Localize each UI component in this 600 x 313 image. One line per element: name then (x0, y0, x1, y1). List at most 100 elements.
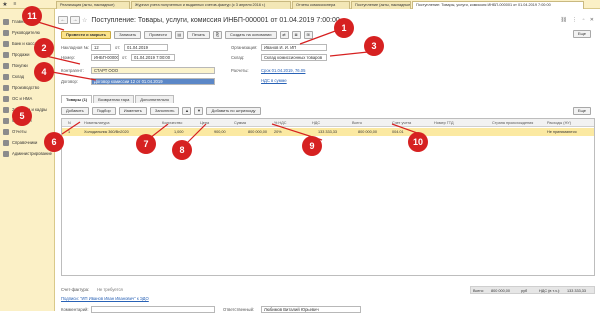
sidebar-item-label: Покупки (12, 63, 28, 68)
sidebar-item-admin[interactable]: Администрирование (3, 149, 52, 158)
cell-account[interactable]: 004.01 (392, 128, 404, 136)
callout-7: 7 (136, 134, 156, 154)
col-country[interactable]: Страна происхождения (492, 119, 533, 127)
cell-vat-rate[interactable]: 20% (274, 128, 282, 136)
sidebar-item-purchases[interactable]: Покупки (3, 61, 28, 70)
sidebar-item-sales[interactable]: Продажи (3, 50, 30, 59)
col-gtd[interactable]: Номер ГТД (434, 119, 454, 127)
col-item[interactable]: Номенклатура (84, 119, 109, 127)
change-button[interactable]: Изменить (118, 107, 147, 115)
structure-icon[interactable]: ⊞ (303, 30, 313, 39)
tab-goods[interactable]: Товары (1) (61, 95, 93, 103)
form-toolbar: Провести и закрыть Записать Провести ▤ П… (61, 30, 316, 39)
col-qty[interactable]: Количество (162, 119, 182, 127)
comment-label: Комментарий: (61, 307, 89, 312)
sidebar-item-manager[interactable]: Руководителю (3, 28, 40, 37)
add-row-button[interactable]: Добавить (61, 107, 89, 115)
favorite-star-icon[interactable]: ☆ (82, 17, 87, 24)
cell-vat[interactable]: 133 333,33 (318, 128, 337, 136)
counterparty-field[interactable]: СТАРТ ООО (91, 67, 215, 74)
back-button[interactable]: ← (58, 16, 68, 24)
post-button[interactable]: Провести (144, 30, 172, 39)
move-up-icon[interactable]: ▲ (182, 107, 192, 115)
post-and-close-button[interactable]: Провести и закрыть (61, 30, 112, 39)
move-down-icon[interactable]: ▼ (194, 107, 204, 115)
sidebar-item-bank[interactable]: Банк и касса (3, 39, 37, 48)
tab-invoice-journal[interactable]: Журнал учета полученных и выданных счето… (131, 1, 291, 9)
organization-field[interactable]: Иванов И. И. ИП (261, 44, 327, 51)
callout-8: 8 (172, 140, 192, 160)
vat-total-label: НДС (в т.ч.): (539, 289, 561, 293)
callout-10: 10 (408, 132, 428, 152)
report-icon[interactable]: ≣ (291, 30, 301, 39)
add-by-barcode-button[interactable]: Добавить по штрихкоду (206, 107, 261, 115)
contract-label: Договор: (61, 79, 78, 84)
col-total[interactable]: Всего (352, 119, 362, 127)
col-vat[interactable]: НДС (312, 119, 320, 127)
cell-n: 1 (68, 130, 71, 134)
callout-6: 6 (44, 132, 64, 152)
total-value: 800 000,00 (491, 289, 511, 293)
menu-icon[interactable]: ≡ (10, 1, 20, 7)
col-sum[interactable]: Сумма (234, 119, 246, 127)
tab-additional[interactable]: Дополнительно (135, 95, 175, 103)
date-field[interactable]: 01.04.2019 7:00:00 (131, 54, 175, 61)
callout-2: 2 (34, 38, 54, 58)
sidebar-item-reports[interactable]: Отчеты (3, 127, 26, 136)
save-button[interactable]: Записать (114, 30, 142, 39)
tab-returnable-packaging[interactable]: Возвратная тара (93, 95, 135, 103)
fill-button[interactable]: Заполнить (149, 107, 180, 115)
factory-icon (3, 84, 9, 91)
print-button[interactable]: Печать (186, 30, 211, 39)
vat-link[interactable]: НДС в сумме (261, 78, 287, 83)
table-more-button[interactable]: Еще (572, 107, 591, 115)
sidebar-item-assets[interactable]: ОС и НМА (3, 94, 32, 103)
attachment-icon[interactable]: ⎘ (213, 30, 223, 39)
journal-icon[interactable]: ▤ (174, 30, 184, 39)
cart-icon (3, 51, 9, 58)
window-controls[interactable]: ⛓ ⋮ ▫ ✕ (561, 17, 596, 23)
col-vat-rate[interactable]: % НДС (274, 119, 287, 127)
bank-icon (3, 40, 9, 47)
edo-icon[interactable]: ⇄ (279, 30, 289, 39)
invoice-date-field[interactable]: 01.04.2019 (124, 44, 168, 51)
sidebar-item-label: Продажи (12, 52, 30, 57)
cell-item[interactable]: Холодильник 360/Bn2020 (84, 128, 129, 136)
cell-sum[interactable]: 800 000,00 (248, 128, 267, 136)
sidebar-item-production[interactable]: Производство (3, 83, 39, 92)
col-n[interactable]: N (68, 119, 71, 127)
responsible-field[interactable]: Любимов Виталий Юрьевич (261, 306, 361, 313)
sidebar-item-label: Банк и касса (12, 41, 37, 46)
star-icon[interactable]: ★ (0, 1, 10, 8)
warehouse-field[interactable]: Склад комиссионных товаров (261, 54, 327, 61)
cell-expenses[interactable]: Не принимаются (547, 128, 577, 136)
tab-sales[interactable]: Реализация (акты, накладные) (56, 1, 130, 9)
total-label: Всего: (473, 289, 485, 293)
contract-field[interactable]: Договор комиссии 12 от 01.04.2019 (91, 78, 215, 85)
currency-label: руб (521, 289, 528, 293)
create-based-on-button[interactable]: Создать на основании (225, 30, 277, 39)
settlements-link[interactable]: Срок 01.04.2019, 76.05 (261, 68, 305, 73)
callout-5: 5 (12, 106, 32, 126)
cell-price[interactable]: 900,00 (214, 128, 226, 136)
sidebar-item-warehouse[interactable]: Склад (3, 72, 24, 81)
callout-3: 3 (364, 36, 384, 56)
select-button[interactable]: Подбор (91, 107, 116, 115)
number-field[interactable]: ИНБП-000001 (91, 54, 119, 61)
col-expenses[interactable]: Расходы (НУ) (547, 119, 571, 127)
cell-qty[interactable]: 1,000 (174, 128, 184, 136)
invoice-number-field[interactable]: 12 (91, 44, 111, 51)
cell-total[interactable]: 800 000,00 (358, 128, 377, 136)
comment-field[interactable] (91, 306, 215, 313)
col-account[interactable]: Счет учета (392, 119, 411, 127)
col-price[interactable]: Цена (200, 119, 209, 127)
signatures-link[interactable]: Подписи: "ИП Иванов Иван Иванович" к ЭДО (61, 296, 149, 301)
basket-icon (3, 62, 9, 69)
tab-receipts[interactable]: Поступление (акты, накладные) (351, 1, 411, 9)
forward-button[interactable]: → (70, 16, 80, 24)
tab-receipt-document[interactable]: Поступление: Товары, услуги, комиссия ИН… (412, 1, 584, 9)
callout-9: 9 (302, 136, 322, 156)
tab-commission-reports[interactable]: Отчеты комиссионера (292, 1, 350, 9)
more-button[interactable]: Еще (572, 30, 591, 38)
sidebar-item-catalogs[interactable]: Справочники (3, 138, 37, 147)
